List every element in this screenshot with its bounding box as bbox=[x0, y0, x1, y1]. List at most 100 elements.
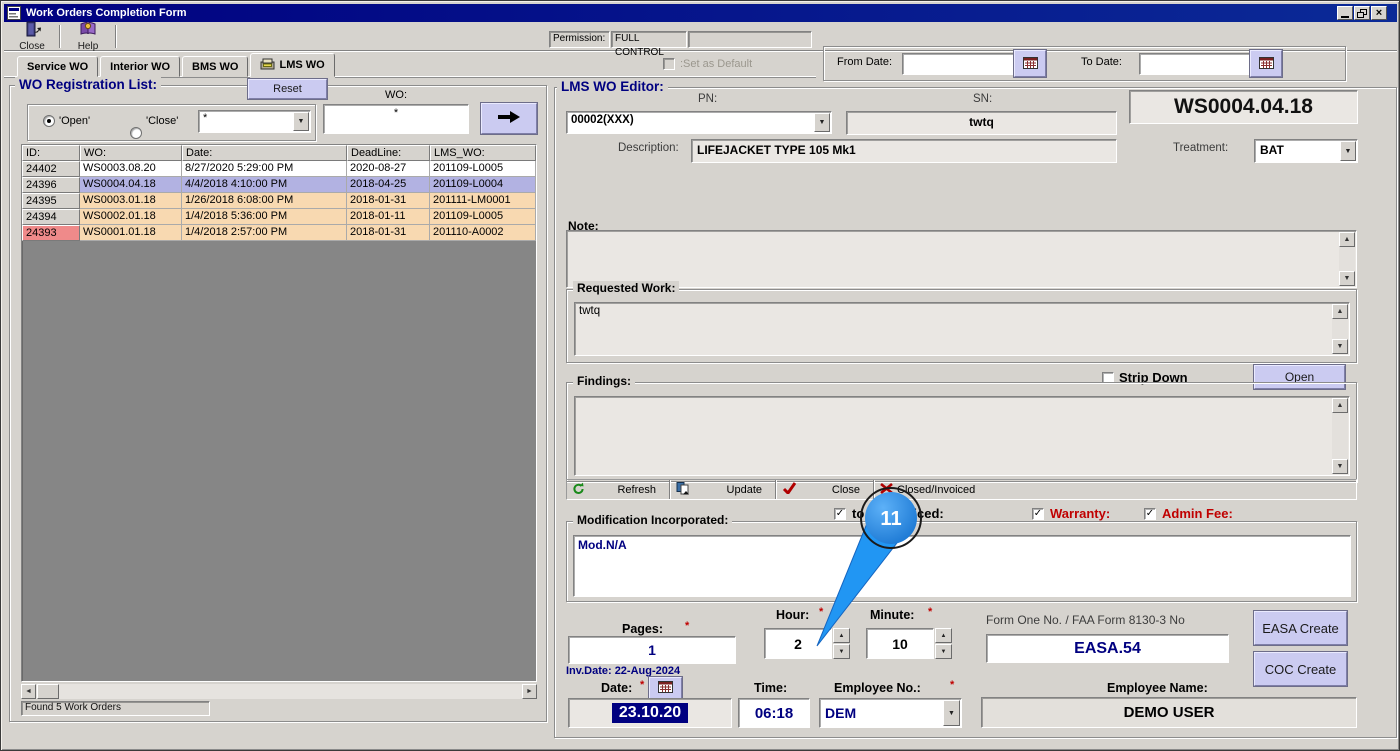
row-deadline[interactable]: 2018-01-31 bbox=[347, 193, 430, 209]
close-wo-button[interactable]: Close bbox=[777, 480, 873, 499]
from-date-calendar-button[interactable] bbox=[1014, 50, 1046, 77]
row-lmswo[interactable]: 201109-L0005 bbox=[430, 161, 536, 177]
list-filter-dropdown[interactable]: * ▼ bbox=[198, 110, 311, 133]
hour-input[interactable]: 2 bbox=[764, 628, 832, 659]
row-deadline[interactable]: 2018-01-31 bbox=[347, 225, 430, 241]
time-input[interactable]: 06:18 bbox=[738, 698, 810, 728]
row-id[interactable]: 24402 bbox=[22, 161, 80, 177]
hour-stepper[interactable]: ▲ ▼ bbox=[833, 628, 850, 659]
col-header-id[interactable]: ID: bbox=[22, 145, 80, 161]
row-date[interactable]: 4/4/2018 4:10:00 PM bbox=[182, 177, 347, 193]
pn-dropdown[interactable]: 00002(XXX) ▼ bbox=[566, 111, 832, 134]
scroll-up-icon[interactable]: ▲ bbox=[1339, 232, 1355, 247]
table-row[interactable]: 24393 WS0001.01.18 1/4/2018 2:57:00 PM 2… bbox=[22, 225, 536, 241]
easa-create-button[interactable]: EASA Create bbox=[1254, 611, 1347, 645]
wo-table[interactable]: ID: WO: Date: DeadLine: LMS_WO: 24402 WS… bbox=[21, 144, 537, 682]
closed-invoiced-button[interactable]: Closed/Invoiced bbox=[875, 480, 1045, 499]
row-lmswo[interactable]: 201109-L0005 bbox=[430, 209, 536, 225]
spin-down-icon[interactable]: ▼ bbox=[833, 644, 850, 659]
row-lmswo[interactable]: 201110-A0002 bbox=[430, 225, 536, 241]
tab-interior-wo[interactable]: Interior WO bbox=[100, 56, 181, 77]
date-calendar-button[interactable] bbox=[649, 677, 682, 699]
row-wo[interactable]: WS0001.01.18 bbox=[80, 225, 182, 241]
chevron-down-icon[interactable]: ▼ bbox=[1340, 141, 1356, 161]
pages-input[interactable]: 1 bbox=[568, 636, 736, 664]
findings-textarea[interactable]: ▲ ▼ bbox=[574, 396, 1350, 476]
row-id[interactable]: 24395 bbox=[22, 193, 80, 209]
update-button[interactable]: Update bbox=[671, 480, 775, 499]
minute-input[interactable]: 10 bbox=[866, 628, 934, 659]
scroll-down-icon[interactable]: ▼ bbox=[1332, 459, 1348, 474]
spin-up-icon[interactable]: ▲ bbox=[833, 628, 850, 643]
date-input[interactable]: 23.10.20 bbox=[568, 698, 732, 728]
requested-work-scrollbar[interactable]: ▲ ▼ bbox=[1332, 304, 1348, 354]
wo-table-hscrollbar[interactable]: ◄ ► bbox=[21, 684, 537, 699]
wo-search-input[interactable]: * bbox=[323, 104, 469, 134]
radio-close[interactable] bbox=[130, 127, 142, 139]
spin-down-icon[interactable]: ▼ bbox=[935, 644, 952, 659]
col-header-date[interactable]: Date: bbox=[182, 145, 347, 161]
refresh-button[interactable]: Refresh bbox=[567, 480, 669, 499]
row-deadline[interactable]: 2018-04-25 bbox=[347, 177, 430, 193]
row-id[interactable]: 24396 bbox=[22, 177, 80, 193]
scroll-up-icon[interactable]: ▲ bbox=[1332, 304, 1348, 319]
row-wo[interactable]: WS0004.04.18 bbox=[80, 177, 182, 193]
chevron-down-icon[interactable]: ▼ bbox=[943, 700, 960, 726]
to-be-invoiced-checkbox[interactable]: ✓ bbox=[834, 508, 846, 520]
table-row[interactable]: 24402 WS0003.08.20 8/27/2020 5:29:00 PM … bbox=[22, 161, 536, 177]
help-button[interactable]: Help bbox=[65, 22, 111, 52]
tab-service-wo[interactable]: Service WO bbox=[17, 56, 99, 77]
row-date[interactable]: 1/4/2018 2:57:00 PM bbox=[182, 225, 347, 241]
admin-fee-checkbox[interactable]: ✓ bbox=[1144, 508, 1156, 520]
to-date-calendar-button[interactable] bbox=[1250, 50, 1282, 77]
reset-button[interactable]: Reset bbox=[248, 79, 327, 99]
row-lmswo[interactable]: 201111-LM0001 bbox=[430, 193, 536, 209]
row-lmswo[interactable]: 201109-L0004 bbox=[430, 177, 536, 193]
col-header-wo[interactable]: WO: bbox=[80, 145, 182, 161]
to-date-input[interactable] bbox=[1139, 53, 1250, 75]
requested-work-textarea[interactable]: twtq ▲ ▼ bbox=[574, 302, 1350, 356]
employee-no-dropdown[interactable]: DEM ▼ bbox=[819, 698, 962, 728]
row-id[interactable]: 24394 bbox=[22, 209, 80, 225]
treatment-dropdown[interactable]: BAT ▼ bbox=[1254, 139, 1358, 163]
sn-field[interactable]: twtq bbox=[846, 111, 1117, 135]
chevron-down-icon[interactable]: ▼ bbox=[814, 113, 830, 132]
row-date[interactable]: 8/27/2020 5:29:00 PM bbox=[182, 161, 347, 177]
row-wo[interactable]: WS0003.01.18 bbox=[80, 193, 182, 209]
note-scrollbar[interactable]: ▲ ▼ bbox=[1339, 232, 1355, 286]
scroll-left-icon[interactable]: ◄ bbox=[21, 684, 36, 699]
set-default-checkbox[interactable] bbox=[663, 58, 675, 70]
close-window-button[interactable]: × bbox=[1371, 6, 1387, 20]
modification-textarea[interactable]: Mod.N/A bbox=[573, 535, 1351, 597]
wo-search-go-button[interactable] bbox=[481, 103, 537, 134]
chevron-down-icon[interactable]: ▼ bbox=[293, 112, 309, 131]
hscrollbar-thumb[interactable] bbox=[37, 684, 59, 699]
from-date-input[interactable] bbox=[902, 53, 1014, 75]
scroll-down-icon[interactable]: ▼ bbox=[1332, 339, 1348, 354]
findings-scrollbar[interactable]: ▲ ▼ bbox=[1332, 398, 1348, 474]
radio-open[interactable] bbox=[43, 115, 55, 127]
form-one-input[interactable]: EASA.54 bbox=[986, 634, 1229, 663]
row-date[interactable]: 1/26/2018 6:08:00 PM bbox=[182, 193, 347, 209]
scroll-up-icon[interactable]: ▲ bbox=[1332, 398, 1348, 413]
tab-bms-wo[interactable]: BMS WO bbox=[182, 56, 249, 77]
scroll-down-icon[interactable]: ▼ bbox=[1339, 271, 1355, 286]
restore-button[interactable] bbox=[1354, 6, 1370, 20]
spin-up-icon[interactable]: ▲ bbox=[935, 628, 952, 643]
col-header-lmswo[interactable]: LMS_WO: bbox=[430, 145, 536, 161]
table-row-selected[interactable]: 24396 WS0004.04.18 4/4/2018 4:10:00 PM 2… bbox=[22, 177, 536, 193]
warranty-checkbox[interactable]: ✓ bbox=[1032, 508, 1044, 520]
row-id-alert[interactable]: 24393 bbox=[22, 225, 80, 241]
table-row[interactable]: 24395 WS0003.01.18 1/26/2018 6:08:00 PM … bbox=[22, 193, 536, 209]
minimize-button[interactable] bbox=[1337, 6, 1353, 20]
row-date[interactable]: 1/4/2018 5:36:00 PM bbox=[182, 209, 347, 225]
scroll-right-icon[interactable]: ► bbox=[522, 684, 537, 699]
note-textarea[interactable]: ▲ ▼ bbox=[566, 230, 1357, 288]
coc-create-button[interactable]: COC Create bbox=[1254, 652, 1347, 686]
minute-stepper[interactable]: ▲ ▼ bbox=[935, 628, 952, 659]
tab-lms-wo[interactable]: LMS WO bbox=[250, 53, 335, 77]
row-wo[interactable]: WS0003.08.20 bbox=[80, 161, 182, 177]
description-field[interactable]: LIFEJACKET TYPE 105 Mk1 bbox=[691, 139, 1117, 163]
row-deadline[interactable]: 2018-01-11 bbox=[347, 209, 430, 225]
row-wo[interactable]: WS0002.01.18 bbox=[80, 209, 182, 225]
